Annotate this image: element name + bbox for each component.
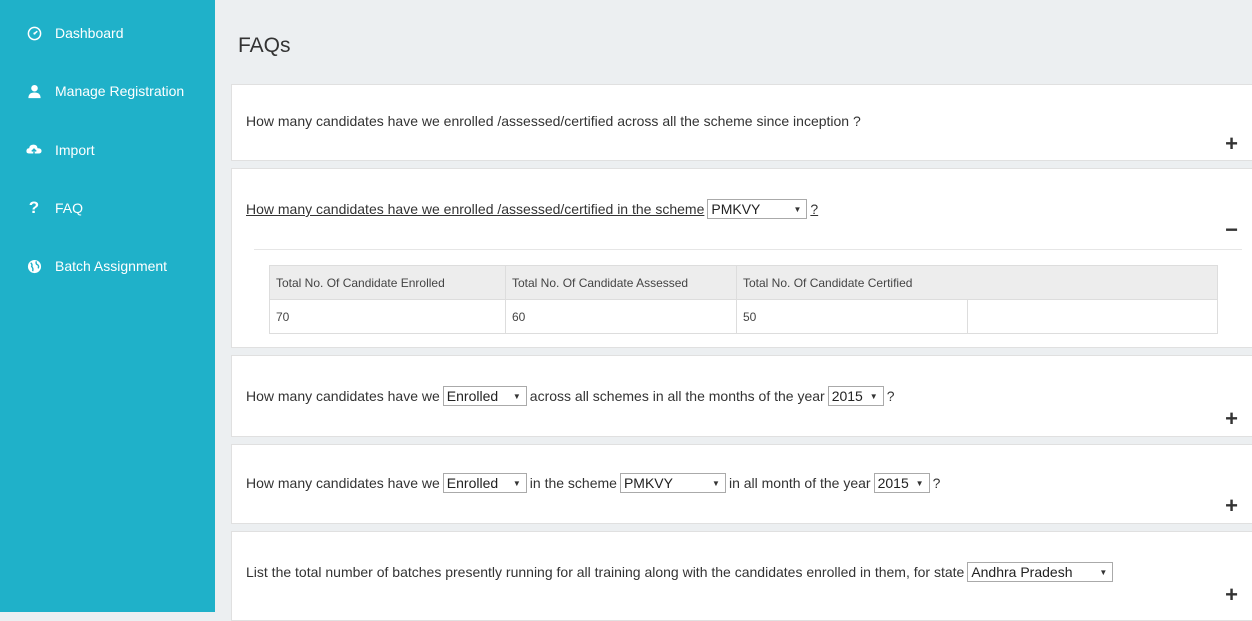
chevron-down-icon: ▼ [915, 478, 924, 488]
faq-card-4[interactable]: How many candidates have we Enrolled ▼ in… [231, 444, 1252, 524]
sidebar: Dashboard Manage Registration Import ? F… [0, 0, 215, 612]
sidebar-item-batch-assignment[interactable]: Batch Assignment [0, 246, 215, 286]
scheme-select[interactable]: PMKVY ▼ [707, 199, 808, 219]
cloud-upload-icon [25, 141, 43, 159]
sidebar-item-label: Batch Assignment [55, 258, 168, 274]
faq-question-3: How many candidates have we Enrolled ▼ ac… [246, 386, 895, 406]
chevron-down-icon: ▼ [712, 478, 720, 488]
divider [254, 249, 1242, 250]
results-table: Total No. Of Candidate Enrolled Total No… [269, 265, 1218, 334]
status-select[interactable]: Enrolled ▼ [442, 473, 527, 493]
sidebar-item-label: FAQ [55, 200, 84, 216]
scheme-select[interactable]: PMKVY ▼ [619, 473, 726, 493]
table-cell [967, 299, 1218, 334]
faq-card-1[interactable]: How many candidates have we enrolled /as… [231, 84, 1252, 161]
table-header: Total No. Of Candidate Certified [736, 265, 1218, 300]
faq-card-3[interactable]: How many candidates have we Enrolled ▼ ac… [231, 355, 1252, 437]
expand-icon[interactable]: + [1225, 408, 1238, 430]
year-select[interactable]: 2015 ▼ [873, 473, 930, 493]
globe-icon [25, 257, 43, 275]
sidebar-item-manage-registration[interactable]: Manage Registration [0, 71, 215, 111]
chevron-down-icon: ▼ [1099, 567, 1108, 577]
sidebar-item-label: Dashboard [55, 25, 124, 41]
faq-card-5[interactable]: List the total number of batches present… [231, 531, 1252, 621]
table-cell: 60 [505, 299, 737, 334]
table-cell: 70 [269, 299, 506, 334]
page-title: FAQs [238, 34, 291, 57]
expand-icon[interactable]: + [1225, 584, 1238, 606]
status-select[interactable]: Enrolled ▼ [442, 386, 527, 406]
year-select[interactable]: 2015 ▼ [827, 386, 884, 406]
collapse-icon[interactable]: − [1225, 219, 1238, 241]
faq-question-2: How many candidates have we enrolled /as… [246, 199, 819, 219]
question-icon: ? [28, 198, 40, 217]
sidebar-item-label: Manage Registration [55, 83, 185, 99]
sidebar-item-faq[interactable]: ? FAQ [0, 188, 215, 228]
main-content: FAQs How many candidates have we enrolle… [215, 0, 1252, 621]
chevron-down-icon: ▼ [512, 391, 521, 401]
expand-icon[interactable]: + [1225, 133, 1238, 155]
table-row: 70 60 50 [269, 299, 1218, 334]
chevron-down-icon: ▼ [793, 204, 802, 214]
faq-card-2[interactable]: How many candidates have we enrolled /as… [231, 168, 1252, 348]
table-header: Total No. Of Candidate Assessed [505, 265, 737, 300]
sidebar-item-dashboard[interactable]: Dashboard [0, 13, 215, 53]
faq-question-4: How many candidates have we Enrolled ▼ in… [246, 473, 941, 493]
faq-question-1: How many candidates have we enrolled /as… [246, 113, 861, 129]
sidebar-item-import[interactable]: Import [0, 130, 215, 170]
expand-icon[interactable]: + [1225, 495, 1238, 517]
user-icon [25, 82, 43, 100]
table-cell: 50 [736, 299, 968, 334]
chevron-down-icon: ▼ [512, 478, 521, 488]
dashboard-icon [25, 24, 43, 42]
sidebar-item-label: Import [55, 142, 95, 158]
state-select[interactable]: Andhra Pradesh ▼ [967, 562, 1114, 582]
faq-question-5: List the total number of batches present… [246, 562, 1116, 582]
table-header: Total No. Of Candidate Enrolled [269, 265, 506, 300]
table-header-row: Total No. Of Candidate Enrolled Total No… [269, 265, 1218, 300]
chevron-down-icon: ▼ [869, 391, 878, 401]
